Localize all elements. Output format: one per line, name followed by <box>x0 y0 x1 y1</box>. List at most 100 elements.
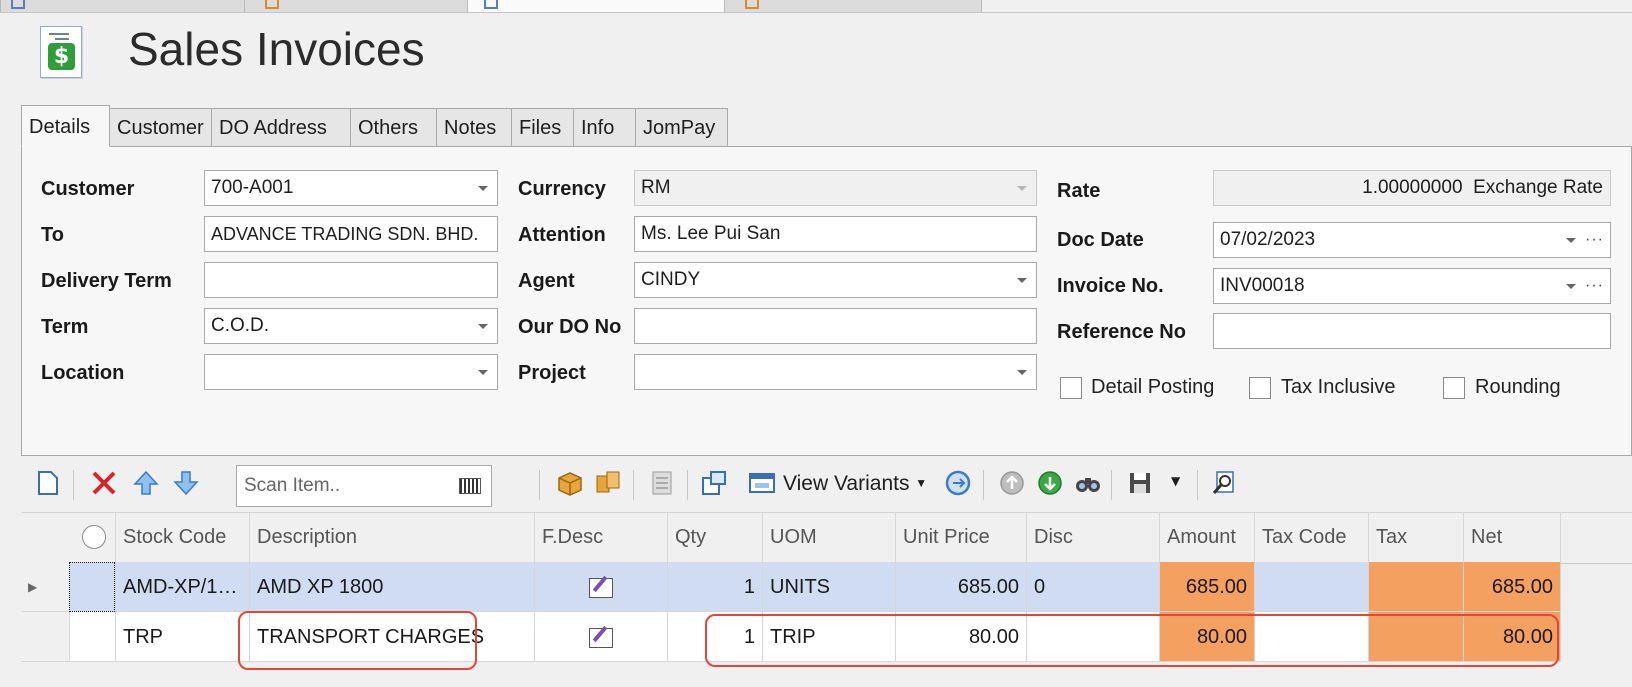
project-label: Project <box>518 362 586 384</box>
new-row-icon[interactable] <box>33 468 63 498</box>
caret-down-icon: ▼ <box>915 476 928 490</box>
dropdown-icon[interactable] <box>1566 238 1576 243</box>
term-field[interactable]: C.O.D. <box>204 308 498 344</box>
col-amount[interactable]: Amount <box>1159 512 1254 562</box>
fdesc-cell[interactable] <box>534 612 667 662</box>
edit-icon[interactable] <box>589 627 613 648</box>
dropdown-icon <box>1017 186 1027 191</box>
rate-suffix: Exchange Rate <box>1473 177 1603 198</box>
tab-do-address[interactable]: DO Address <box>211 108 351 146</box>
select-all-radio[interactable] <box>82 525 106 549</box>
our-do-label: Our DO No <box>518 316 622 338</box>
ellipsis-icon[interactable]: ··· <box>1585 269 1604 303</box>
customer-label: Customer <box>41 178 135 200</box>
view-variants-icon[interactable] <box>747 468 777 498</box>
refresh-icon[interactable] <box>943 468 973 498</box>
disc-cell[interactable]: 0 <box>1026 562 1159 612</box>
col-description[interactable]: Description <box>249 512 534 562</box>
col-tax-code[interactable]: Tax Code <box>1254 512 1368 562</box>
tab-customer[interactable]: Customer <box>109 108 212 146</box>
tax-cell <box>1368 562 1463 612</box>
document-list-icon[interactable] <box>647 468 677 498</box>
tab-files[interactable]: Files <box>511 108 574 146</box>
reference-label: Reference No <box>1057 321 1186 343</box>
save-layout-icon[interactable] <box>1125 468 1155 498</box>
col-uom[interactable]: UOM <box>762 512 895 562</box>
dropdown-icon[interactable] <box>478 186 488 191</box>
move-down-icon[interactable] <box>171 468 201 498</box>
up-circle-icon[interactable] <box>997 468 1027 498</box>
dropdown-icon[interactable] <box>1017 278 1027 283</box>
col-stock-code[interactable]: Stock Code <box>115 512 249 562</box>
tab-others[interactable]: Others <box>350 108 437 146</box>
invoice-no-field[interactable]: INV00018 ··· <box>1213 268 1611 304</box>
edit-icon[interactable] <box>589 577 613 598</box>
row-check-cell[interactable] <box>69 612 115 662</box>
attention-field[interactable]: Ms. Lee Pui San <box>634 216 1037 252</box>
delete-icon[interactable] <box>89 468 119 498</box>
highlight-description <box>238 611 477 670</box>
project-field[interactable] <box>634 354 1037 390</box>
unit-price-cell[interactable]: 685.00 <box>895 562 1026 612</box>
move-up-icon[interactable] <box>131 468 161 498</box>
document-icon <box>745 0 759 9</box>
qty-cell[interactable]: 1 <box>667 562 762 612</box>
dropdown-icon[interactable] <box>478 324 488 329</box>
rounding-label: Rounding <box>1475 376 1561 398</box>
col-fdesc[interactable]: F.Desc <box>534 512 667 562</box>
fdesc-cell[interactable] <box>534 562 667 612</box>
detail-posting-checkbox[interactable] <box>1060 377 1082 399</box>
rounding-checkbox[interactable] <box>1443 377 1465 399</box>
document-icon <box>484 0 498 9</box>
our-do-field[interactable] <box>634 308 1037 344</box>
multi-box-icon[interactable] <box>593 468 623 498</box>
col-disc[interactable]: Disc <box>1026 512 1159 562</box>
currency-label: Currency <box>518 178 606 200</box>
tab-details[interactable]: Details <box>21 105 110 147</box>
down-circle-icon[interactable] <box>1035 468 1065 498</box>
tab-info[interactable]: Info <box>573 108 636 146</box>
location-field[interactable] <box>204 354 498 390</box>
box-icon[interactable] <box>555 468 585 498</box>
page-title: Sales Invoices <box>128 23 425 75</box>
caret-down-icon[interactable]: ▼ <box>1171 474 1180 488</box>
search-document-icon[interactable] <box>1209 468 1239 498</box>
col-unit-price[interactable]: Unit Price <box>895 512 1026 562</box>
dropdown-icon[interactable] <box>478 370 488 375</box>
popup-window-icon[interactable] <box>699 468 729 498</box>
agent-field[interactable]: CINDY <box>634 262 1037 298</box>
col-tax[interactable]: Tax <box>1368 512 1463 562</box>
col-qty[interactable]: Qty <box>667 512 762 562</box>
col-net[interactable]: Net <box>1463 512 1561 562</box>
tax-inclusive-label: Tax Inclusive <box>1281 376 1396 398</box>
uom-cell[interactable]: UNITS <box>762 562 895 612</box>
row-check-cell[interactable] <box>69 562 115 612</box>
row-indicator <box>21 612 69 662</box>
description-cell[interactable]: AMD XP 1800 <box>249 562 534 612</box>
doc-date-field[interactable]: 07/02/2023 ··· <box>1213 222 1611 258</box>
dropdown-icon[interactable] <box>1566 284 1576 289</box>
reference-field[interactable] <box>1213 313 1611 349</box>
tab-notes[interactable]: Notes <box>436 108 512 146</box>
agent-label: Agent <box>518 270 575 292</box>
stock-code-cell[interactable]: AMD-XP/1… <box>115 562 249 612</box>
tax-inclusive-checkbox[interactable] <box>1249 377 1271 399</box>
row-indicator: ▶ <box>21 562 69 612</box>
delivery-term-field[interactable] <box>204 262 498 298</box>
stock-code-cell[interactable]: TRP <box>115 612 249 662</box>
to-field[interactable]: ADVANCE TRADING SDN. BHD. <box>204 216 498 252</box>
barcode-icon[interactable] <box>459 478 481 494</box>
tab-jompay[interactable]: JomPay <box>635 108 728 146</box>
binoculars-icon[interactable] <box>1073 468 1103 498</box>
customer-field[interactable]: 700-A001 <box>204 170 498 206</box>
view-variants-button[interactable]: View Variants ▼ <box>783 472 927 496</box>
highlight-row-values <box>705 614 1559 667</box>
tax-code-cell[interactable] <box>1254 562 1368 612</box>
tab-strip-border <box>0 12 1632 13</box>
dropdown-icon[interactable] <box>1017 370 1027 375</box>
scan-item-input[interactable]: Scan Item.. <box>236 465 492 507</box>
table-row[interactable]: ▶ AMD-XP/1… AMD XP 1800 1 UNITS 685.00 0… <box>21 562 1561 612</box>
attention-label: Attention <box>518 224 606 246</box>
ellipsis-icon[interactable]: ··· <box>1585 223 1604 257</box>
amount-cell: 685.00 <box>1159 562 1254 612</box>
